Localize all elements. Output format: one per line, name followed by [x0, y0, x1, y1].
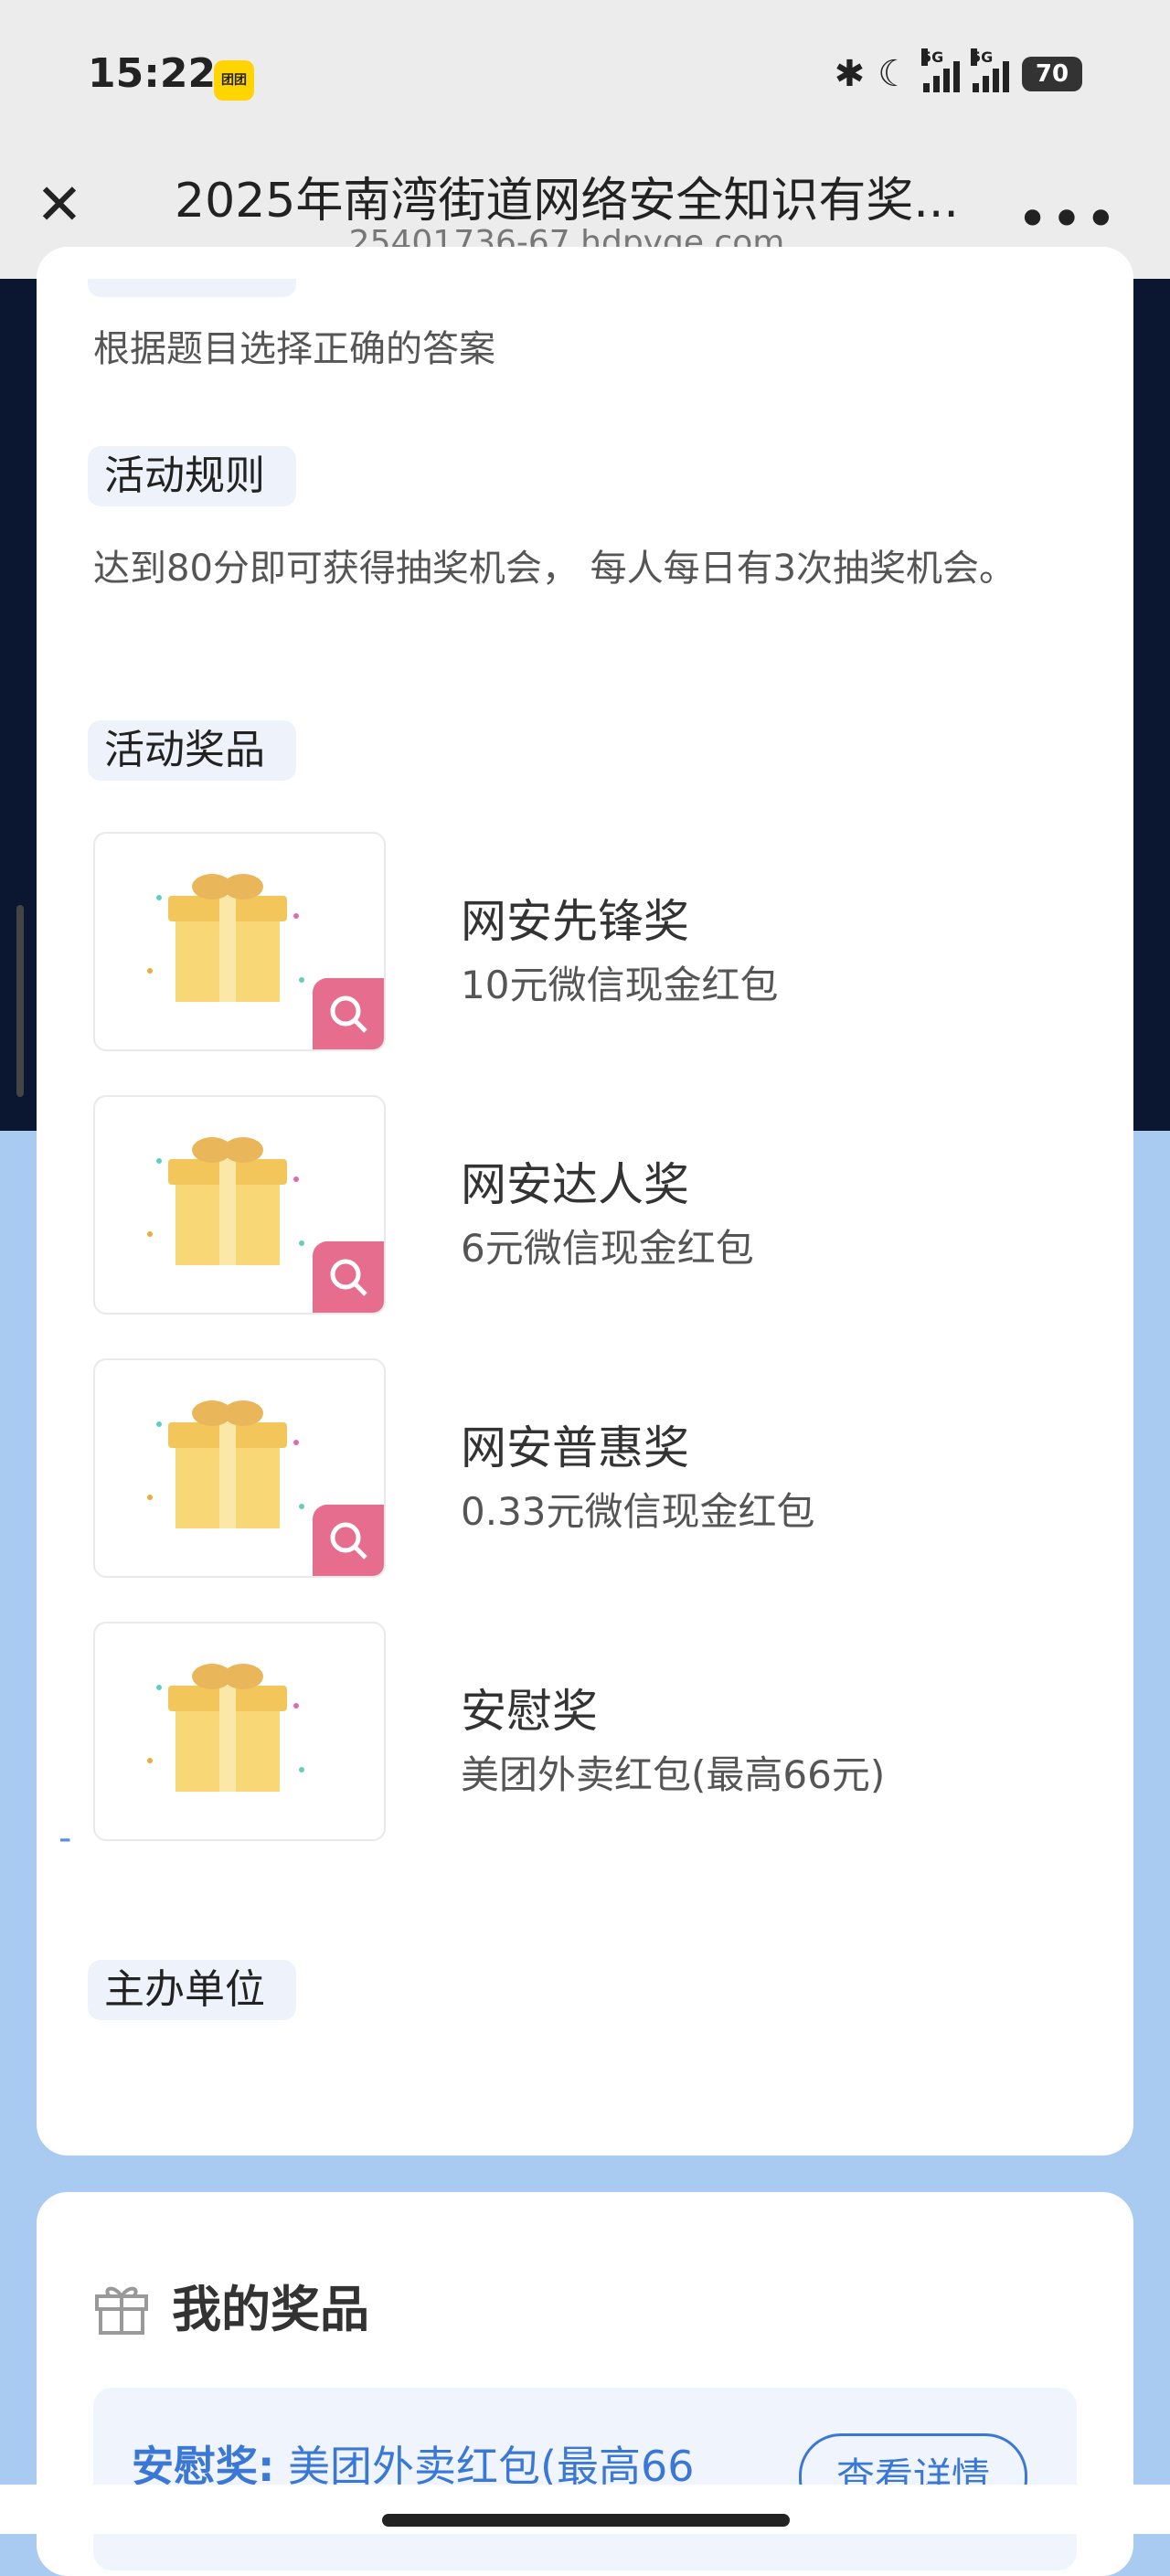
home-indicator[interactable]: [382, 2514, 790, 2527]
organizer-heading: 主办单位: [88, 1960, 296, 2020]
rules-text: 达到80分即可获得抽奖机会， 每人每日有3次抽奖机会。: [93, 548, 1016, 590]
prizes-heading: 活动奖品: [88, 720, 296, 781]
gift-icon: [95, 2286, 148, 2335]
zoom-icon[interactable]: [313, 1505, 384, 1576]
gift-box-icon: [147, 874, 304, 1002]
signal-icon: 5G: [921, 48, 960, 92]
gift-box-icon: [147, 1137, 304, 1265]
app-notification-icon: 团团: [214, 60, 254, 101]
gift-box-icon: [147, 1664, 304, 1792]
moon-icon: ☾: [878, 53, 910, 95]
prize-image[interactable]: [93, 1095, 386, 1315]
prize-desc: 10元微信现金红包: [461, 963, 779, 1007]
page-title: 2025年南湾街道网络安全知识有奖...: [175, 174, 959, 229]
activity-info-card: 根据题目选择正确的答案 活动规则 达到80分即可获得抽奖机会， 每人每日有3次抽…: [37, 247, 1133, 2156]
prize-name: 网安先锋奖: [461, 895, 689, 948]
prize-desc: 0.33元微信现金红包: [461, 1489, 815, 1534]
prize-image[interactable]: [93, 1358, 386, 1578]
close-icon[interactable]: ✕: [33, 176, 86, 233]
prize-desc: 6元微信现金红包: [461, 1226, 754, 1271]
gift-box-icon: [147, 1400, 304, 1528]
status-bar: 15:22 团团 ✱ ☾ 5G 5G 70: [0, 0, 1170, 151]
prize-item[interactable]: 网安普惠奖 0.33元微信现金红包: [93, 1358, 1080, 1578]
bluetooth-icon: ✱: [834, 53, 866, 95]
scroll-indicator: [16, 905, 24, 1097]
organizer-value: -: [58, 1817, 72, 1859]
prize-item[interactable]: 网安先锋奖 10元微信现金红包: [93, 832, 1080, 1051]
rules-heading: 活动规则: [88, 446, 296, 506]
battery-icon: 70: [1022, 57, 1082, 91]
prize-name: 安慰奖: [461, 1685, 598, 1738]
prize-desc: 美团外卖红包(最高66元): [461, 1752, 886, 1797]
prize-image[interactable]: [93, 1622, 386, 1841]
my-prize-item[interactable]: 安慰奖: 美团外卖红包(最高66 查看详情: [93, 2388, 1077, 2571]
clock: 15:22: [88, 50, 217, 97]
signal-icon: 5G: [971, 48, 1009, 92]
prize-item[interactable]: 网安达人奖 6元微信现金红包: [93, 1095, 1080, 1315]
prize-name: 网安普惠奖: [461, 1421, 689, 1474]
my-prizes-title: 我的奖品: [172, 2281, 369, 2338]
prize-name: 网安达人奖: [461, 1158, 689, 1211]
prize-image[interactable]: [93, 832, 386, 1051]
section-tab: [88, 279, 296, 297]
prize-item[interactable]: 安慰奖 美团外卖红包(最高66元): [93, 1622, 1080, 1841]
zoom-icon[interactable]: [313, 978, 384, 1049]
status-icons: ✱ ☾ 5G 5G 70: [834, 48, 1082, 95]
intro-description: 根据题目选择正确的答案: [93, 328, 495, 370]
more-options-icon[interactable]: •••: [1016, 187, 1119, 251]
zoom-icon[interactable]: [313, 1241, 384, 1313]
